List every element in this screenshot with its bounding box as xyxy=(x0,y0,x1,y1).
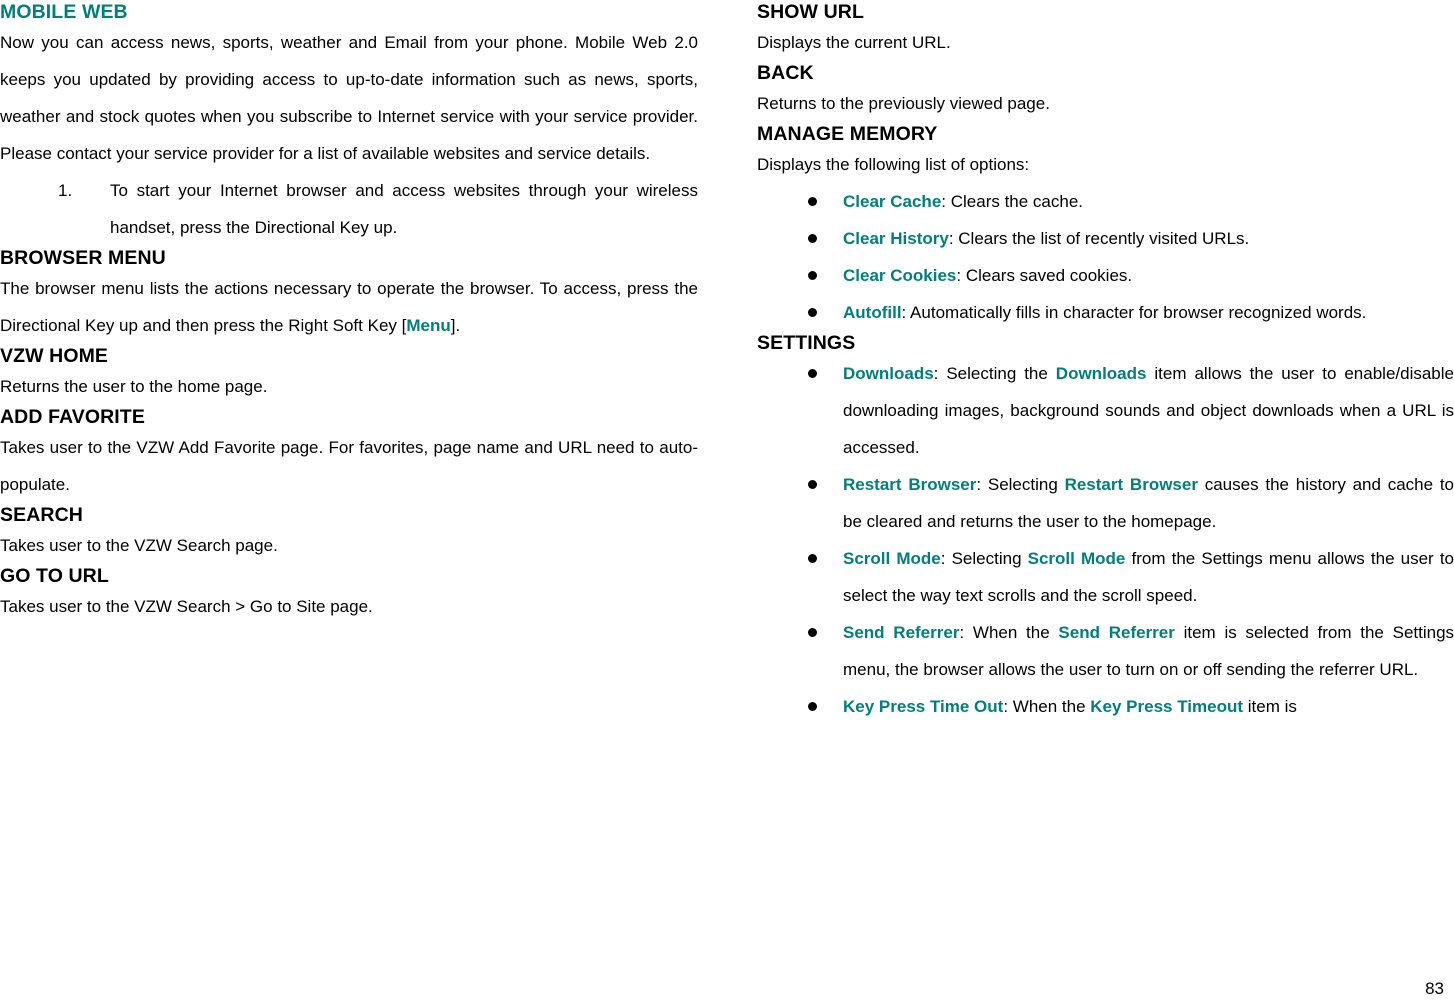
section-heading-settings: SETTINGS xyxy=(757,332,856,354)
section-heading-go-to-url: GO TO URL xyxy=(0,565,109,587)
back-paragraph: Returns to the previously viewed page. xyxy=(757,94,1050,113)
settings-options-list: Downloads: Selecting the Downloads item … xyxy=(757,355,1454,725)
section-heading-search: SEARCH xyxy=(0,504,83,526)
go-to-url-paragraph: Takes user to the VZW Search > Go to Sit… xyxy=(0,597,373,616)
option-text-mid1: : When the xyxy=(1003,697,1091,716)
bullet-icon xyxy=(808,197,817,206)
list-item: Autofill: Automatically fills in charact… xyxy=(757,294,1454,331)
list-item-text: To start your Internet browser and acces… xyxy=(110,181,698,237)
keyword-menu: Menu xyxy=(406,316,451,335)
option-keyword-inline: Downloads xyxy=(1055,364,1147,383)
option-keyword: Send Referrer xyxy=(843,623,960,642)
option-description: : Clears the cache. xyxy=(941,192,1084,211)
option-text-mid2: item is xyxy=(1243,697,1297,716)
option-keyword: Scroll Mode xyxy=(843,549,941,568)
section-heading-mobile-web: MOBILE WEB xyxy=(0,1,128,23)
option-text-mid1: : Selecting xyxy=(976,475,1065,494)
mobile-web-intro-paragraph: Now you can access news, sports, weather… xyxy=(0,33,698,163)
option-keyword: Clear Cookies xyxy=(843,266,957,285)
list-item: Clear Cookies: Clears saved cookies. xyxy=(757,257,1454,294)
option-description: : Clears the list of recently visited UR… xyxy=(948,229,1250,248)
list-item: Downloads: Selecting the Downloads item … xyxy=(757,355,1454,466)
list-item: Restart Browser: Selecting Restart Brows… xyxy=(757,466,1454,540)
bullet-icon xyxy=(808,480,817,489)
browser-menu-text-before: The browser menu lists the actions neces… xyxy=(0,279,698,335)
list-item: Clear History: Clears the list of recent… xyxy=(757,220,1454,257)
manage-memory-paragraph: Displays the following list of options: xyxy=(757,155,1030,174)
bullet-icon xyxy=(808,554,817,563)
option-text-mid1: : Selecting the xyxy=(933,364,1056,383)
show-url-paragraph: Displays the current URL. xyxy=(757,33,951,52)
list-item: Clear Cache: Clears the cache. xyxy=(757,183,1454,220)
option-keyword-inline: Scroll Mode xyxy=(1027,549,1126,568)
section-heading-manage-memory: MANAGE MEMORY xyxy=(757,123,938,145)
browser-menu-text-after: ]. xyxy=(450,316,461,335)
option-keyword-inline: Send Referrer xyxy=(1058,623,1175,642)
add-favorite-paragraph: Takes user to the VZW Add Favorite page.… xyxy=(0,438,698,494)
section-heading-back: BACK xyxy=(757,62,814,84)
bullet-icon xyxy=(808,271,817,280)
section-heading-show-url: SHOW URL xyxy=(757,1,864,23)
bullet-icon xyxy=(808,234,817,243)
browser-menu-paragraph: The browser menu lists the actions neces… xyxy=(0,270,698,344)
option-keyword: Restart Browser xyxy=(843,475,977,494)
vzw-home-paragraph: Returns the user to the home page. xyxy=(0,377,268,396)
section-heading-browser-menu: BROWSER MENU xyxy=(0,247,166,269)
list-item: Send Referrer: When the Send Referrer it… xyxy=(757,614,1454,688)
list-item: 1. To start your Internet browser and ac… xyxy=(0,172,698,246)
right-column: SHOW URL Displays the current URL. BACK … xyxy=(757,0,1454,725)
option-description: : Clears saved cookies. xyxy=(956,266,1133,285)
option-keyword-inline: Restart Browser xyxy=(1064,475,1198,494)
option-text-mid1: : Selecting xyxy=(940,549,1028,568)
manage-memory-options-list: Clear Cache: Clears the cache. Clear His… xyxy=(757,183,1454,331)
option-keyword: Clear Cache xyxy=(843,192,942,211)
section-heading-add-favorite: ADD FAVORITE xyxy=(0,406,145,428)
bullet-icon xyxy=(808,702,817,711)
list-item: Key Press Time Out: When the Key Press T… xyxy=(757,688,1454,725)
option-keyword: Autofill xyxy=(843,303,902,322)
option-keyword: Key Press Time Out xyxy=(843,697,1004,716)
list-item: Scroll Mode: Selecting Scroll Mode from … xyxy=(757,540,1454,614)
option-text-mid1: : When the xyxy=(959,623,1059,642)
option-keyword-inline: Key Press Timeout xyxy=(1090,697,1244,716)
option-description: : Automatically fills in character for b… xyxy=(901,303,1367,322)
option-keyword: Downloads xyxy=(843,364,934,383)
search-paragraph: Takes user to the VZW Search page. xyxy=(0,536,278,555)
mobile-web-steps-list: 1. To start your Internet browser and ac… xyxy=(0,172,698,246)
list-item-number: 1. xyxy=(58,181,73,200)
section-heading-vzw-home: VZW HOME xyxy=(0,345,109,367)
left-column: MOBILE WEB Now you can access news, spor… xyxy=(0,0,698,625)
manual-page: MOBILE WEB Now you can access news, spor… xyxy=(0,0,1454,1004)
option-keyword: Clear History xyxy=(843,229,949,248)
page-number: 83 xyxy=(1425,979,1444,998)
bullet-icon xyxy=(808,628,817,637)
bullet-icon xyxy=(808,308,817,317)
bullet-icon xyxy=(808,369,817,378)
